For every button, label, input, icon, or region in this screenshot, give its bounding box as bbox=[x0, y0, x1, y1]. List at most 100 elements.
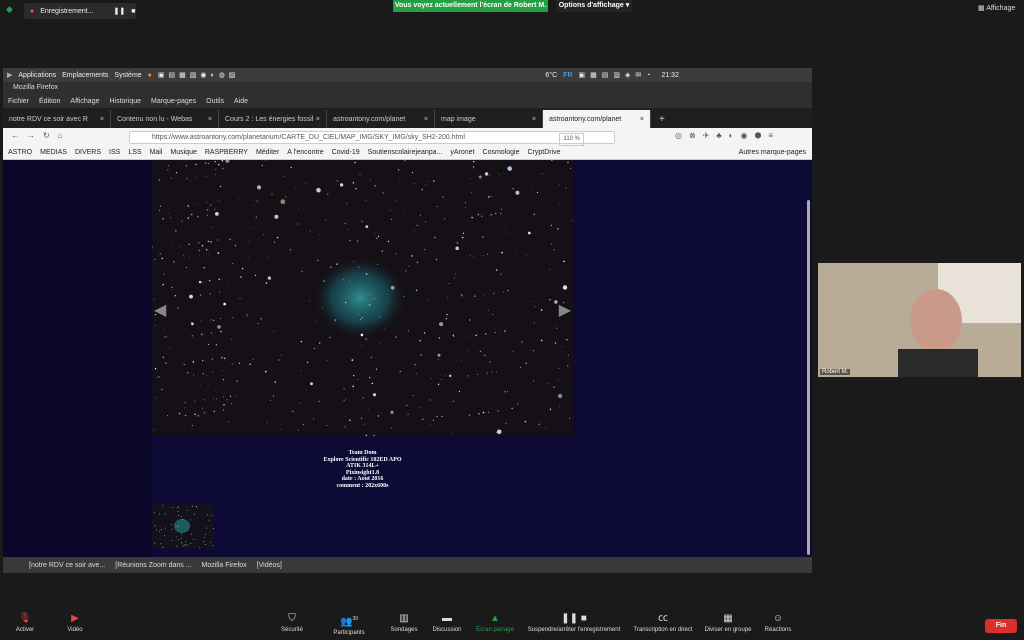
star bbox=[448, 283, 450, 285]
url-text: https://www.astroantony.com/planetarium/… bbox=[152, 134, 465, 141]
firefox-launcher-icon[interactable]: ● bbox=[148, 72, 152, 79]
star bbox=[297, 429, 299, 431]
bookmark-iss[interactable]: ISS bbox=[109, 149, 120, 156]
scrollbar[interactable] bbox=[807, 200, 810, 555]
bookmark-lss[interactable]: LSS bbox=[128, 149, 141, 156]
star bbox=[201, 244, 204, 247]
close-icon[interactable]: × bbox=[640, 116, 644, 123]
launcher-icons[interactable]: ▣▤▦▧◉◐◍▨ bbox=[158, 71, 240, 79]
tab-1[interactable]: notre RDV ce soir avec R × bbox=[3, 110, 111, 128]
nebula-photo[interactable]: ◀ ▶ bbox=[152, 160, 573, 436]
star bbox=[398, 169, 400, 171]
bookmark-cryptdrive[interactable]: CryptDrive bbox=[527, 149, 560, 156]
task-3[interactable]: Mozilla Firefox bbox=[202, 562, 247, 569]
participants-button[interactable]: 👥30 Participants bbox=[330, 605, 368, 640]
star bbox=[439, 322, 444, 327]
star bbox=[455, 246, 460, 251]
view-button[interactable]: ▦ Affichage bbox=[978, 4, 1015, 12]
bookmark-mail[interactable]: Mail bbox=[150, 149, 163, 156]
bookmark-covid[interactable]: Covid-19 bbox=[332, 149, 360, 156]
thumbnail-star bbox=[160, 529, 162, 530]
tab-2[interactable]: Contenu non lu - Webas × bbox=[111, 110, 219, 128]
panel-system[interactable]: Système bbox=[114, 72, 141, 79]
bookmark-mediter[interactable]: Méditer bbox=[256, 149, 279, 156]
star bbox=[162, 284, 164, 286]
bookmark-encontre[interactable]: A l'encontre bbox=[287, 149, 323, 156]
star bbox=[483, 294, 485, 296]
panel-applications[interactable]: Applications bbox=[18, 72, 56, 79]
star bbox=[489, 175, 491, 176]
share-screen-button[interactable]: ▲ Écran partagé bbox=[474, 605, 516, 640]
menu-affichage[interactable]: Affichage bbox=[70, 98, 99, 105]
bookmark-raspberry[interactable]: RASPBERRY bbox=[205, 149, 248, 156]
pause-icon[interactable]: ❚❚ bbox=[114, 7, 126, 15]
thumbnail-star bbox=[171, 540, 173, 541]
security-button[interactable]: ⛉ Sécurité bbox=[276, 605, 308, 640]
zoom-level[interactable]: 110 % bbox=[559, 133, 584, 146]
view-options-button[interactable]: Options d'affichage ▾ bbox=[556, 0, 632, 12]
star bbox=[567, 365, 569, 367]
star bbox=[274, 214, 279, 219]
menu-historique[interactable]: Historique bbox=[109, 98, 141, 105]
star bbox=[309, 230, 311, 232]
polls-button[interactable]: ▥ Sondages bbox=[388, 605, 420, 640]
star bbox=[284, 175, 285, 177]
reactions-button[interactable]: ☺ Réactions bbox=[762, 605, 794, 640]
task-1[interactable]: [notre RDV ce soir ave... bbox=[29, 562, 105, 569]
star bbox=[415, 289, 418, 291]
bookmark-divers[interactable]: DIVERS bbox=[75, 149, 101, 156]
bookmark-other[interactable]: Autres marque-pages bbox=[739, 149, 806, 156]
nav-icons[interactable]: ←→↻⌂ bbox=[11, 131, 71, 140]
tab-6-active[interactable]: astroantony.com/planet × bbox=[543, 110, 651, 128]
panel-places[interactable]: Emplacements bbox=[62, 72, 108, 79]
star bbox=[525, 362, 527, 365]
task-2[interactable]: [Réunions Zoom dans ... bbox=[115, 562, 191, 569]
stop-icon[interactable]: ■ bbox=[131, 8, 135, 15]
star bbox=[292, 410, 294, 413]
menu-aide[interactable]: Aide bbox=[234, 98, 248, 105]
menu-edition[interactable]: Édition bbox=[39, 98, 60, 105]
captions-button[interactable]: ㏄ Transcription en direct bbox=[631, 605, 695, 640]
breakout-button[interactable]: ▦ Diviser en groupe bbox=[702, 605, 754, 640]
next-arrow-icon[interactable]: ▶ bbox=[559, 300, 571, 320]
menu-fichier[interactable]: Fichier bbox=[8, 98, 29, 105]
bookmark-musique[interactable]: Musique bbox=[170, 149, 196, 156]
url-bar[interactable]: https://www.astroantony.com/planetarium/… bbox=[129, 131, 615, 146]
tray-icons[interactable]: ▣▦▤▥◈✉◔ bbox=[579, 71, 656, 79]
close-icon[interactable]: × bbox=[532, 116, 536, 123]
new-tab-icon[interactable]: + bbox=[659, 114, 665, 125]
prev-arrow-icon[interactable]: ◀ bbox=[154, 300, 166, 320]
pause-stop-icon: ❚❚ ■ bbox=[561, 613, 587, 624]
thumbnail[interactable] bbox=[152, 504, 214, 548]
close-icon[interactable]: × bbox=[100, 116, 104, 123]
close-icon[interactable]: × bbox=[316, 116, 320, 123]
star bbox=[508, 233, 510, 234]
record-button[interactable]: ❚❚ ■ Suspendre/arrêter l'enregistrement bbox=[524, 605, 624, 640]
tab-4[interactable]: astroantony.com/planet × bbox=[327, 110, 435, 128]
bookmark-medias[interactable]: MEDIAS bbox=[40, 149, 67, 156]
star bbox=[379, 316, 381, 318]
close-icon[interactable]: × bbox=[424, 116, 428, 123]
menu-marque-pages[interactable]: Marque-pages bbox=[151, 98, 196, 105]
star bbox=[358, 314, 359, 316]
bookmark-yaronet[interactable]: yAronet bbox=[450, 149, 474, 156]
task-4[interactable]: [Vidéos] bbox=[257, 562, 282, 569]
mute-button[interactable]: 🎙 Activer bbox=[10, 605, 40, 640]
star bbox=[164, 336, 166, 338]
tab-3[interactable]: Cours 2 : Les énergies fossil × bbox=[219, 110, 327, 128]
menu-outils[interactable]: Outils bbox=[206, 98, 224, 105]
chat-button[interactable]: ▬ Discussion bbox=[430, 605, 464, 640]
tab-5[interactable]: map image × bbox=[435, 110, 543, 128]
end-button[interactable]: Fin bbox=[985, 619, 1017, 633]
recording-indicator[interactable]: ● Enregistrement... ❚❚ ■ bbox=[24, 3, 136, 19]
toolbar-icons[interactable]: ◎⊗✈♣◐◉⬢≡ bbox=[675, 131, 780, 140]
tab-label: notre RDV ce soir avec R bbox=[9, 115, 88, 123]
bookmark-soutien[interactable]: Soutienscolairejeanpa... bbox=[368, 149, 443, 156]
bookmark-cosmologie[interactable]: Cosmologie bbox=[483, 149, 520, 156]
shield-icon: ⛉ bbox=[288, 613, 296, 624]
participant-video[interactable]: Robert M. bbox=[818, 263, 1021, 377]
close-icon[interactable]: × bbox=[208, 116, 212, 123]
web-page: ◀ ▶ Team Dom Explore Scientific 102ED AP… bbox=[3, 160, 812, 557]
video-button[interactable]: ▶ Vidéo bbox=[60, 605, 90, 640]
bookmark-astro[interactable]: ASTRO bbox=[8, 149, 32, 156]
